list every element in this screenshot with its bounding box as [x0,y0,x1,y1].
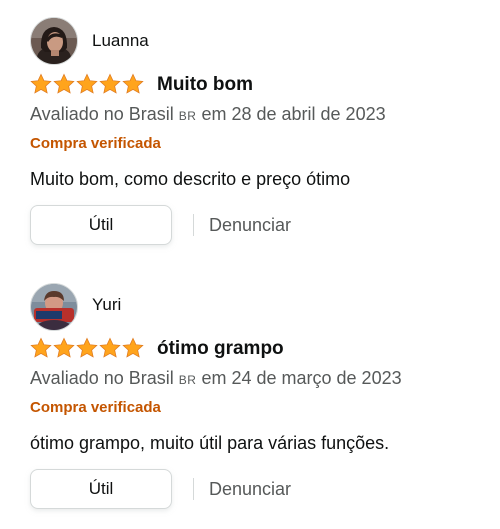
profile-photo-icon [31,18,77,64]
reviewer-name: Luanna [92,31,149,50]
star-icon [76,73,98,94]
review-date: Avaliado no Brasil BR em 28 de abril de … [30,104,386,125]
verified-purchase-badge: Compra verificada [30,135,161,152]
helpful-button[interactable]: Útil [30,205,172,245]
star-icon [99,337,121,358]
reviewer-avatar[interactable] [30,17,78,65]
review-date: Avaliado no Brasil BR em 24 de março de … [30,368,402,389]
star-icon [30,73,52,94]
reviewer-name: Yuri [92,295,122,314]
star-icon [76,337,98,358]
star-icon [99,73,121,94]
review-card: Luanna Muito bom Avaliado no Brasil BR e… [0,0,500,262]
review-country: Avaliado no Brasil [30,368,174,388]
review-date-text: em 28 de abril de 2023 [201,104,386,124]
profile-photo-icon [31,284,77,330]
review-title[interactable]: ótimo grampo [157,338,284,360]
report-link[interactable]: Denunciar [209,215,291,236]
star-icon [53,73,75,94]
review-body: Muito bom, como descrito e preço ótimo [30,169,351,189]
report-link[interactable]: Denunciar [209,479,291,500]
verified-purchase-badge: Compra verificada [30,399,161,416]
action-divider [193,478,194,500]
review-body: ótimo grampo, muito útil para várias fun… [30,433,390,453]
review-card: Yuri ótimo grampo Avaliado no Brasil BR … [0,264,500,526]
star-icon [122,337,144,358]
reviewer-avatar[interactable] [30,283,78,331]
review-title[interactable]: Muito bom [157,74,253,96]
helpful-button[interactable]: Útil [30,469,172,509]
country-flag-icon: BR [178,109,197,123]
country-flag-icon: BR [178,373,197,387]
star-icon [30,337,52,358]
review-date-text: em 24 de março de 2023 [201,368,402,388]
review-country: Avaliado no Brasil [30,104,174,124]
star-rating [30,73,144,95]
star-rating [30,337,144,359]
star-icon [53,337,75,358]
star-icon [122,73,144,94]
action-divider [193,214,194,236]
